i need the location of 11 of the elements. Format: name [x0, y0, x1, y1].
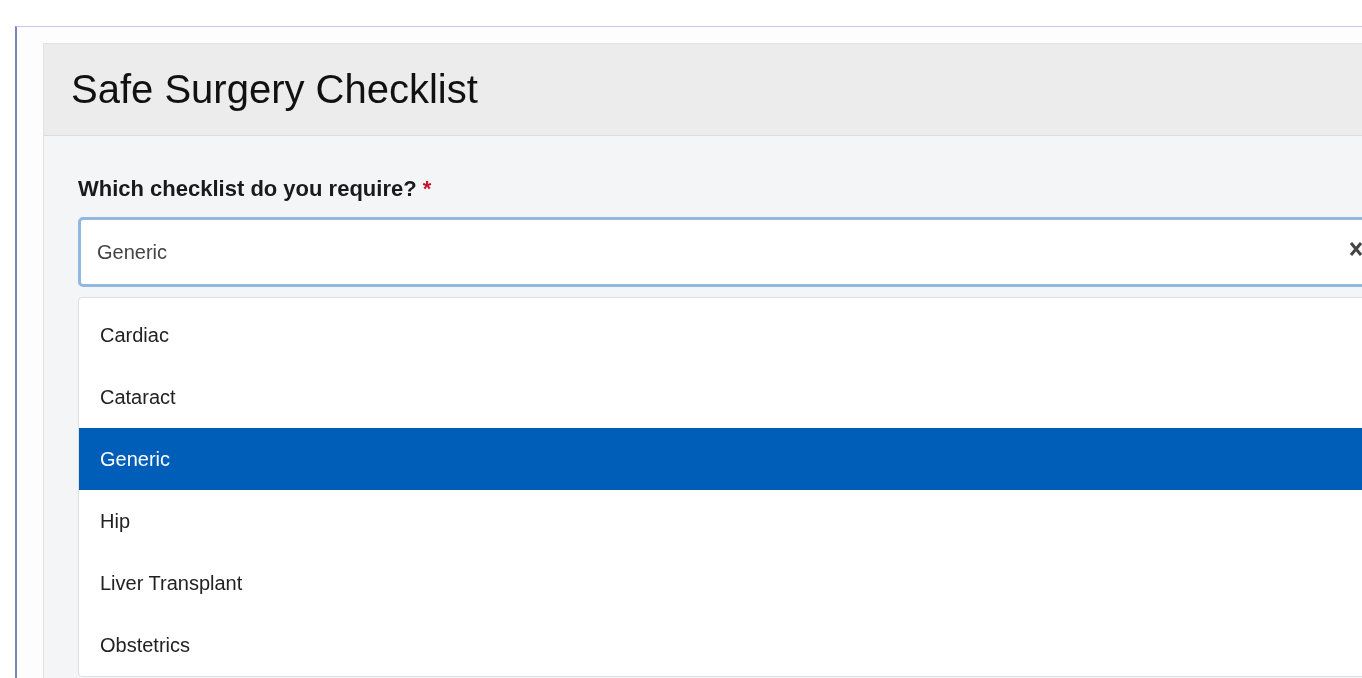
dropdown-option[interactable]: Liver Transplant [79, 552, 1362, 614]
dropdown-option[interactable]: Cataract [79, 366, 1362, 428]
clear-icon[interactable] [1349, 241, 1362, 257]
page-title: Safe Surgery Checklist [71, 67, 478, 112]
question-label: Which checklist do you require? [78, 176, 417, 202]
required-mark: * [422, 176, 432, 202]
dropdown-option[interactable]: Obstetrics [79, 614, 1362, 676]
dropdown-option[interactable]: Hip [79, 490, 1362, 552]
select-field[interactable]: Generic [78, 217, 1362, 287]
dropdown-option[interactable]: Generic [79, 428, 1362, 490]
dropdown-option[interactable]: Cardiac [79, 304, 1362, 366]
